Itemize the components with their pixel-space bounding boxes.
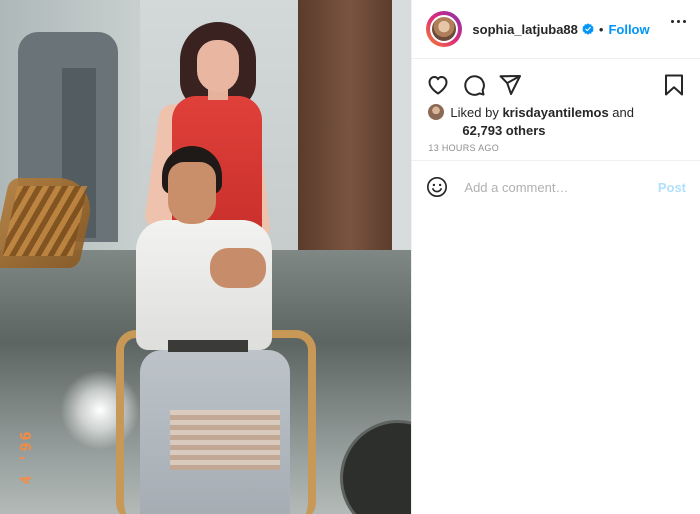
username-link[interactable]: sophia_latjuba88: [472, 22, 577, 37]
liker-username-link[interactable]: krisdayantilemos: [502, 105, 608, 120]
avatar[interactable]: [426, 11, 463, 47]
liker-avatar[interactable]: [428, 104, 445, 120]
photo-date-stamp: 4 '96: [8, 418, 42, 510]
post-sidebar: sophia_latjuba88 • Follow Liked by krisd…: [411, 0, 700, 514]
post-timestamp[interactable]: 13 HOURS AGO: [428, 143, 499, 153]
likes-conjunction: and: [612, 105, 634, 120]
photo-woman-face: [197, 40, 239, 92]
post-comment-button[interactable]: Post: [658, 180, 686, 195]
heart-icon[interactable]: [426, 73, 450, 97]
likes-count-link[interactable]: 62,793 others: [428, 122, 686, 139]
comment-input[interactable]: [462, 178, 658, 196]
photo-man-belt: [168, 340, 248, 352]
instagram-post: 4 '96 sophia_latjuba88 • Follow Liked by…: [0, 0, 700, 514]
post-photo[interactable]: 4 '96: [0, 0, 412, 514]
photo-chair-cushion: [170, 410, 280, 470]
follow-button[interactable]: Follow: [608, 22, 649, 37]
photo-clasped-hands: [210, 248, 266, 288]
photo-man-face: [168, 162, 216, 224]
verified-badge-icon: [581, 23, 594, 35]
likes-summary: Liked by krisdayantilemos and 62,793 oth…: [428, 104, 686, 139]
emoji-icon[interactable]: [426, 176, 448, 198]
header-separator: •: [598, 21, 604, 37]
photo-background-chair-slats: [2, 186, 88, 256]
comment-icon[interactable]: [462, 73, 486, 97]
post-header: sophia_latjuba88 • Follow: [412, 0, 700, 59]
bookmark-icon[interactable]: [662, 73, 686, 97]
likes-prefix: Liked by: [450, 105, 499, 120]
avatar-image: [430, 15, 459, 43]
share-icon[interactable]: [498, 73, 522, 97]
comment-bar: Post: [426, 172, 686, 202]
photo-date-stamp-text: 4 '96: [17, 429, 35, 485]
more-options-icon[interactable]: [671, 20, 686, 23]
comment-divider: [412, 160, 700, 161]
action-bar: [426, 72, 686, 98]
